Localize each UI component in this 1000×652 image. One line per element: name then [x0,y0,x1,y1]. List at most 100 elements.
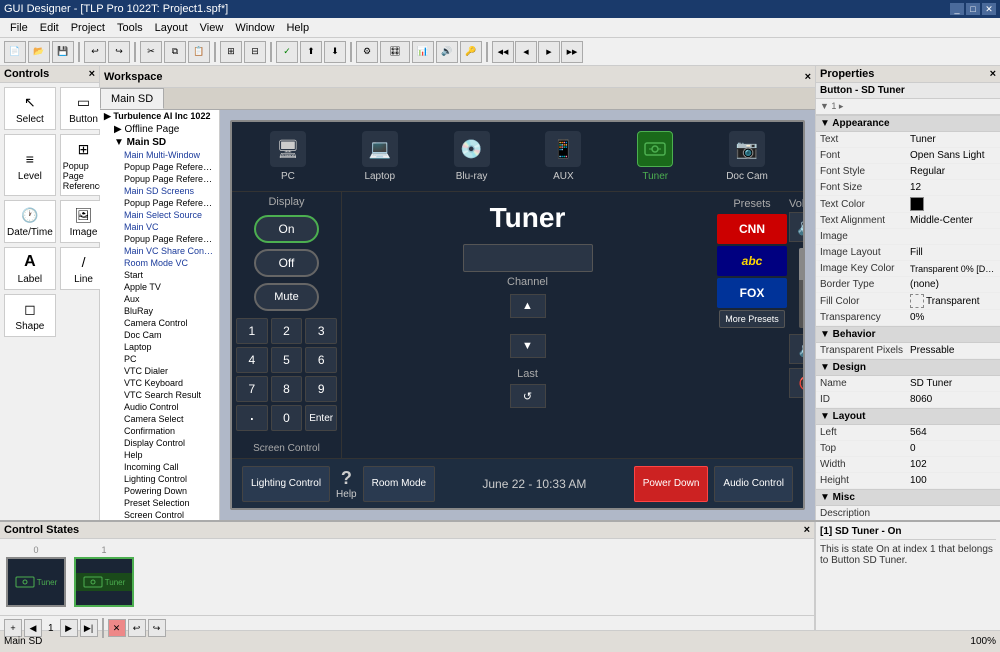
tree-appletv[interactable]: Apple TV [100,281,219,293]
tree-main-sd[interactable]: ▼ Main SD [100,136,219,149]
toolbar-align[interactable]: ⊞ [220,41,242,63]
prop-section-appearance[interactable]: ▼ Appearance [816,115,1000,132]
vol-slider[interactable] [799,248,805,328]
num-0[interactable]: 0 [271,405,303,431]
help-btn[interactable]: ? Help [336,468,357,500]
tree-main-multi[interactable]: Main Multi-Window [100,149,219,161]
tree-doccam[interactable]: Doc Cam [100,329,219,341]
toolbar-upload[interactable]: ⬆ [300,41,322,63]
state-preview-1[interactable]: Tuner [74,557,134,607]
tree-popup3[interactable]: Popup Page Reference1 [100,197,219,209]
num-5[interactable]: 5 [271,347,303,373]
tree-pc[interactable]: PC [100,353,219,365]
nav-laptop[interactable]: 💻 Laptop [345,131,415,182]
toolbar-open[interactable]: 📂 [28,41,50,63]
toolbar-new[interactable]: 📄 [4,41,26,63]
tab-main-sd[interactable]: Main SD [100,88,164,109]
menu-help[interactable]: Help [280,22,315,34]
tree-popup1[interactable]: Popup Page Reference1 [100,161,219,173]
maximize-button[interactable]: □ [966,3,980,15]
lighting-control-btn[interactable]: Lighting Control [242,466,330,502]
control-label[interactable]: A Label [4,247,56,290]
tree-screen-ctrl[interactable]: Screen Control [100,509,219,520]
tree-preset-sel[interactable]: Preset Selection [100,497,219,509]
num-dot[interactable]: · [236,405,268,431]
power-down-btn[interactable]: Power Down [634,466,709,502]
menu-tools[interactable]: Tools [111,22,149,34]
num-8[interactable]: 8 [271,376,303,402]
state-add-btn[interactable]: + [4,619,22,637]
tree-aux[interactable]: Aux [100,293,219,305]
close-button[interactable]: ✕ [982,3,996,15]
num-6[interactable]: 6 [305,347,337,373]
tree-main-select[interactable]: Main Select Source [100,209,219,221]
tree-vtcdialer[interactable]: VTC Dialer [100,365,219,377]
tree-main-vc[interactable]: Main VC [100,221,219,233]
control-states-pin[interactable]: × [804,524,810,536]
prop-section-layout[interactable]: ▼ Layout [816,408,1000,425]
nav-doccam[interactable]: 📷 Doc Cam [712,131,782,182]
toolbar-download[interactable]: ⬇ [324,41,346,63]
nav-aux[interactable]: 📱 AUX [528,131,598,182]
toolbar-btn2[interactable]: 📊 [412,41,434,63]
off-button[interactable]: Off [254,249,319,277]
tree-popup4[interactable]: Popup Page Reference1 [100,233,219,245]
menu-file[interactable]: File [4,22,34,34]
toolbar-save[interactable]: 💾 [52,41,74,63]
tree-main-sd-screens[interactable]: Main SD Screens [100,185,219,197]
tree-vtcsearch[interactable]: VTC Search Result [100,389,219,401]
toolbar-nav1[interactable]: ◀◀ [492,41,514,63]
control-shape[interactable]: ◻ Shape [4,294,56,337]
state-undo-btn[interactable]: ↩ [128,619,146,637]
prop-section-design[interactable]: ▼ Design [816,359,1000,376]
menu-view[interactable]: View [194,22,230,34]
num-2[interactable]: 2 [271,318,303,344]
control-datetime[interactable]: 🕐 Date/Time [4,200,56,243]
nav-tuner[interactable]: Tuner [620,131,690,182]
toolbar-redo[interactable]: ↪ [108,41,130,63]
state-delete-btn[interactable]: ✕ [108,619,126,637]
preset-fox[interactable]: FOX [717,278,787,308]
state-next-btn[interactable]: ▶ [60,619,78,637]
toolbar-settings[interactable]: ⚙ [356,41,378,63]
num-3[interactable]: 3 [305,318,337,344]
toolbar-copy[interactable]: ⧉ [164,41,186,63]
tree-powering-down[interactable]: Powering Down [100,485,219,497]
nav-bluray[interactable]: 💿 Blu-ray [437,131,507,182]
toolbar-check[interactable]: ✓ [276,41,298,63]
tree-incoming[interactable]: Incoming Call [100,461,219,473]
num-1[interactable]: 1 [236,318,268,344]
toolbar-btn4[interactable]: 🔑 [460,41,482,63]
toolbar-paste[interactable]: 📋 [188,41,210,63]
state-preview-0[interactable]: Tuner [6,557,66,607]
toolbar-cut[interactable]: ✂ [140,41,162,63]
tree-start[interactable]: Start [100,269,219,281]
vol-mute[interactable]: 🔇 [789,368,805,398]
preset-cnn[interactable]: CNN [717,214,787,244]
controls-pin[interactable]: × [89,68,95,80]
prop-section-behavior[interactable]: ▼ Behavior [816,326,1000,343]
toolbar-nav4[interactable]: ▶▶ [561,41,583,63]
state-end-btn[interactable]: ▶| [80,619,98,637]
num-7[interactable]: 7 [236,376,268,402]
properties-pin[interactable]: × [990,68,996,80]
control-level[interactable]: ≡ Level [4,134,56,196]
tree-camera[interactable]: Camera Control [100,317,219,329]
toolbar-distribute[interactable]: ⊟ [244,41,266,63]
minimize-button[interactable]: _ [950,3,964,15]
channel-down[interactable]: ▼ [510,334,546,358]
num-4[interactable]: 4 [236,347,268,373]
num-9[interactable]: 9 [305,376,337,402]
num-enter[interactable]: Enter [305,405,337,431]
tree-laptop[interactable]: Laptop [100,341,219,353]
menu-window[interactable]: Window [229,22,280,34]
menu-project[interactable]: Project [65,22,111,34]
toolbar-undo[interactable]: ↩ [84,41,106,63]
control-select[interactable]: ↖ Select [4,87,56,130]
state-redo-btn[interactable]: ↪ [148,619,166,637]
last-btn[interactable]: ↺ [510,384,546,408]
toolbar-nav3[interactable]: ▶ [538,41,560,63]
channel-up[interactable]: ▲ [510,294,546,318]
on-button[interactable]: On [254,215,319,243]
tree-offline-page[interactable]: ▶ Offline Page [100,123,219,136]
